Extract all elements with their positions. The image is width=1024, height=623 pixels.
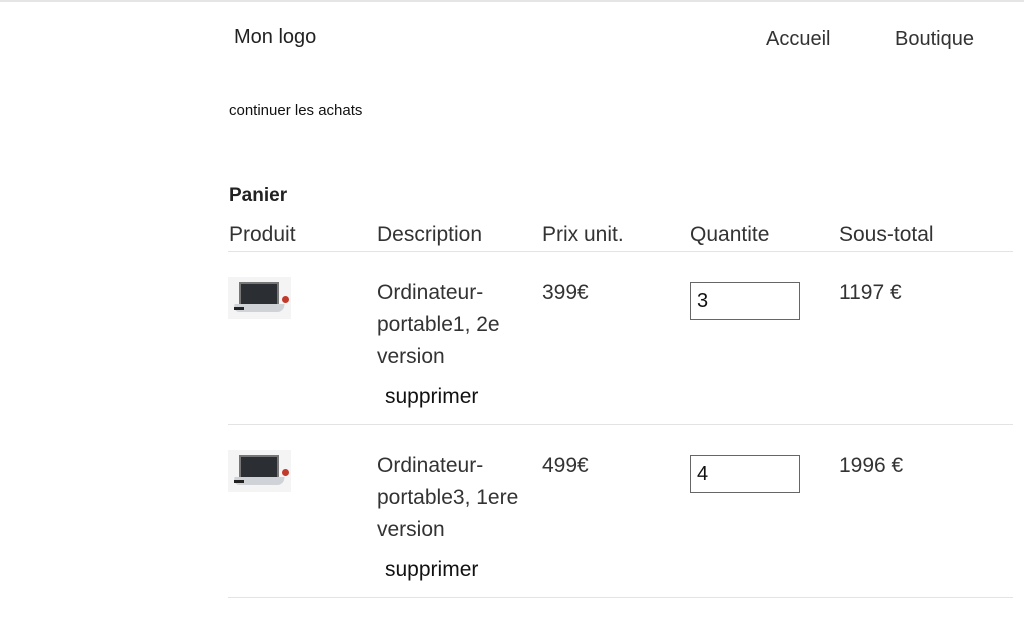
phone-icon <box>234 307 244 310</box>
cart-row: Ordinateur-portable3, 1ere version 499€ … <box>228 425 1013 598</box>
top-border <box>0 0 1024 2</box>
unit-price: 399€ <box>542 281 589 304</box>
nav-link-boutique[interactable]: Boutique <box>895 28 974 51</box>
column-header-description: Description <box>377 223 483 246</box>
product-description: Ordinateur-portable1, 2e version <box>377 281 500 368</box>
apple-icon <box>282 296 289 303</box>
row-divider <box>228 597 1013 598</box>
column-header-subtotal: Sous-total <box>839 223 934 246</box>
row-subtotal: 1996 € <box>839 454 904 477</box>
quantity-input[interactable] <box>690 455 800 493</box>
quantity-input[interactable] <box>690 282 800 320</box>
column-header-product: Produit <box>229 223 296 246</box>
column-header-unit-price: Prix unit. <box>542 223 624 246</box>
cart-row: Ordinateur-portable1, 2e version 399€ 11… <box>228 252 1013 425</box>
remove-item-link[interactable]: supprimer <box>385 385 478 409</box>
product-description: Ordinateur-portable3, 1ere version <box>377 454 519 541</box>
unit-price: 499€ <box>542 454 589 477</box>
apple-icon <box>282 469 289 476</box>
product-image <box>228 450 291 492</box>
site-logo[interactable]: Mon logo <box>234 26 316 49</box>
phone-icon <box>234 480 244 483</box>
nav-link-accueil[interactable]: Accueil <box>766 28 830 51</box>
column-header-quantity: Quantite <box>690 223 770 246</box>
product-image <box>228 277 291 319</box>
cart-title: Panier <box>229 185 288 206</box>
continue-shopping-link[interactable]: continuer les achats <box>229 102 362 119</box>
row-subtotal: 1197 € <box>839 281 902 304</box>
remove-item-link[interactable]: supprimer <box>385 558 478 582</box>
